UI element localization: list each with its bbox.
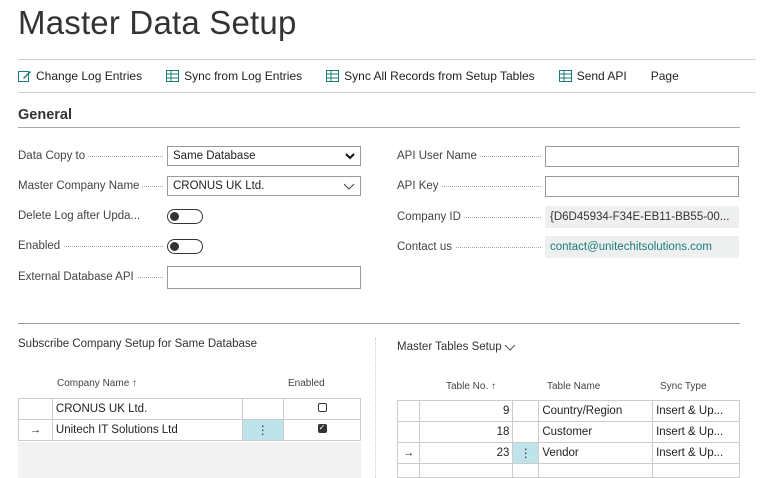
company-id-row: Company ID {D6D45934-F34E-EB11-BB55-00..… (397, 206, 739, 228)
table-name-cell[interactable]: Customer (538, 421, 654, 443)
more-options-icon: ⋮ (257, 425, 269, 437)
api-key-input[interactable] (545, 175, 739, 197)
delete-log-row: Delete Log after Upda... (18, 205, 203, 227)
table-row[interactable]: CRONUS UK Ltd. (18, 398, 361, 420)
subscribe-empty-area (18, 442, 361, 478)
change-log-entries-label: Change Log Entries (36, 69, 143, 83)
table-no-cell[interactable]: 18 (418, 421, 514, 443)
row-action-cell[interactable] (241, 398, 285, 420)
row-marker (18, 398, 53, 420)
row-menu-button[interactable]: ⋮ (241, 419, 285, 441)
table-row[interactable] (397, 463, 740, 478)
page-menu-label: Page (650, 69, 679, 83)
chevron-down-icon (343, 183, 355, 190)
section-divider (18, 323, 740, 324)
row-marker (397, 421, 420, 443)
contact-label: Contact us (397, 241, 455, 253)
sync-table-icon (166, 69, 180, 82)
row-marker: → (18, 419, 53, 441)
general-section-divider (18, 127, 740, 128)
data-copy-to-select[interactable]: Same Database (167, 146, 361, 166)
company-name-cell[interactable]: CRONUS UK Ltd. (51, 398, 243, 420)
enabled-column-header[interactable]: Enabled (288, 378, 325, 389)
sync-type-cell[interactable]: Insert & Up... (652, 421, 740, 443)
row-action-cell[interactable] (512, 400, 540, 422)
send-api-label: Send API (576, 69, 627, 83)
data-copy-to-label: Data Copy to (18, 150, 89, 162)
master-tables-title-label: Master Tables Setup (397, 341, 502, 353)
send-api-icon (558, 69, 572, 82)
master-company-label: Master Company Name (18, 180, 143, 192)
external-api-input[interactable] (167, 265, 361, 289)
master-tables-table: 9 Country/Region Insert & Up... 18 Custo… (397, 400, 740, 478)
enabled-checkbox[interactable] (317, 423, 327, 433)
enabled-row: Enabled (18, 235, 203, 257)
contact-email-link[interactable]: contact@unitechitsolutions.com (545, 236, 739, 258)
sync-all-records-button[interactable]: Sync All Records from Setup Tables (326, 69, 535, 83)
enabled-label: Enabled (18, 240, 64, 252)
sync-all-records-label: Sync All Records from Setup Tables (344, 69, 535, 83)
table-row[interactable]: 9 Country/Region Insert & Up... (397, 400, 740, 422)
contact-row: Contact us contact@unitechitsolutions.co… (397, 236, 739, 258)
action-toolbar: Change Log Entries Sync from Log Entries… (18, 59, 756, 93)
master-tables-part-title[interactable]: Master Tables Setup (397, 341, 516, 353)
api-key-label: API Key (397, 180, 442, 192)
more-options-icon: ⋮ (520, 448, 532, 460)
master-company-select[interactable]: CRONUS UK Ltd. (167, 176, 361, 196)
change-log-entries-button[interactable]: Change Log Entries (18, 69, 142, 83)
company-name-column-header[interactable]: Company Name ↑ (57, 378, 137, 389)
send-api-button[interactable]: Send API (558, 69, 627, 83)
enabled-cell[interactable] (283, 398, 361, 420)
page-title: Master Data Setup (18, 4, 297, 41)
table-name-cell[interactable]: Country/Region (538, 400, 654, 422)
company-id-value: {D6D45934-F34E-EB11-BB55-00... (545, 206, 739, 228)
delete-log-label: Delete Log after Upda... (18, 210, 144, 222)
company-id-label: Company ID (397, 211, 464, 223)
enabled-cell[interactable] (283, 419, 361, 441)
row-action-cell[interactable] (512, 421, 540, 443)
sync-from-log-entries-button[interactable]: Sync from Log Entries (166, 69, 302, 83)
sync-from-log-entries-label: Sync from Log Entries (184, 69, 303, 83)
api-user-input[interactable] (545, 145, 739, 167)
column-divider (375, 338, 376, 478)
table-name-cell[interactable]: Vendor (538, 442, 654, 464)
row-marker: → (397, 442, 420, 464)
table-no-cell[interactable]: 9 (418, 400, 514, 422)
delete-log-toggle[interactable] (167, 208, 203, 224)
row-menu-button[interactable]: ⋮ (512, 442, 540, 464)
table-no-column-header[interactable]: Table No. ↑ (446, 381, 496, 392)
api-user-row: API User Name (397, 145, 739, 167)
chevron-down-icon (504, 344, 515, 351)
table-row[interactable]: → 23 ⋮ Vendor Insert & Up... (397, 442, 740, 464)
api-key-row: API Key (397, 175, 739, 197)
enabled-checkbox[interactable] (317, 403, 327, 412)
master-company-value: CRONUS UK Ltd. (173, 180, 265, 192)
company-name-cell[interactable]: Unitech IT Solutions Ltd (51, 419, 243, 441)
data-copy-to-row: Data Copy to Same Database (18, 145, 361, 167)
table-name-column-header[interactable]: Table Name (547, 381, 600, 392)
page-menu-button[interactable]: Page (651, 69, 679, 83)
sync-all-icon (326, 69, 340, 82)
data-copy-to-value: Same Database (173, 150, 256, 162)
sync-type-cell[interactable]: Insert & Up... (652, 400, 740, 422)
external-api-label: External Database API (18, 271, 137, 283)
subscribe-part-title: Subscribe Company Setup for Same Databas… (18, 338, 258, 350)
sync-type-column-header[interactable]: Sync Type (660, 381, 707, 392)
enabled-toggle[interactable] (167, 238, 203, 254)
edit-log-icon (18, 70, 31, 82)
table-row[interactable]: → Unitech IT Solutions Ltd ⋮ (18, 419, 361, 441)
master-company-row: Master Company Name CRONUS UK Ltd. (18, 175, 361, 197)
general-section-title: General (18, 107, 72, 123)
external-api-row: External Database API (18, 265, 361, 289)
chevron-down-icon (345, 152, 355, 159)
api-user-label: API User Name (397, 150, 480, 162)
table-row[interactable]: 18 Customer Insert & Up... (397, 421, 740, 443)
sync-type-cell[interactable]: Insert & Up... (652, 442, 740, 464)
table-no-cell[interactable]: 23 (418, 442, 514, 464)
subscribe-table: CRONUS UK Ltd. → Unitech IT Solutions Lt… (18, 398, 361, 441)
row-marker (397, 400, 420, 422)
